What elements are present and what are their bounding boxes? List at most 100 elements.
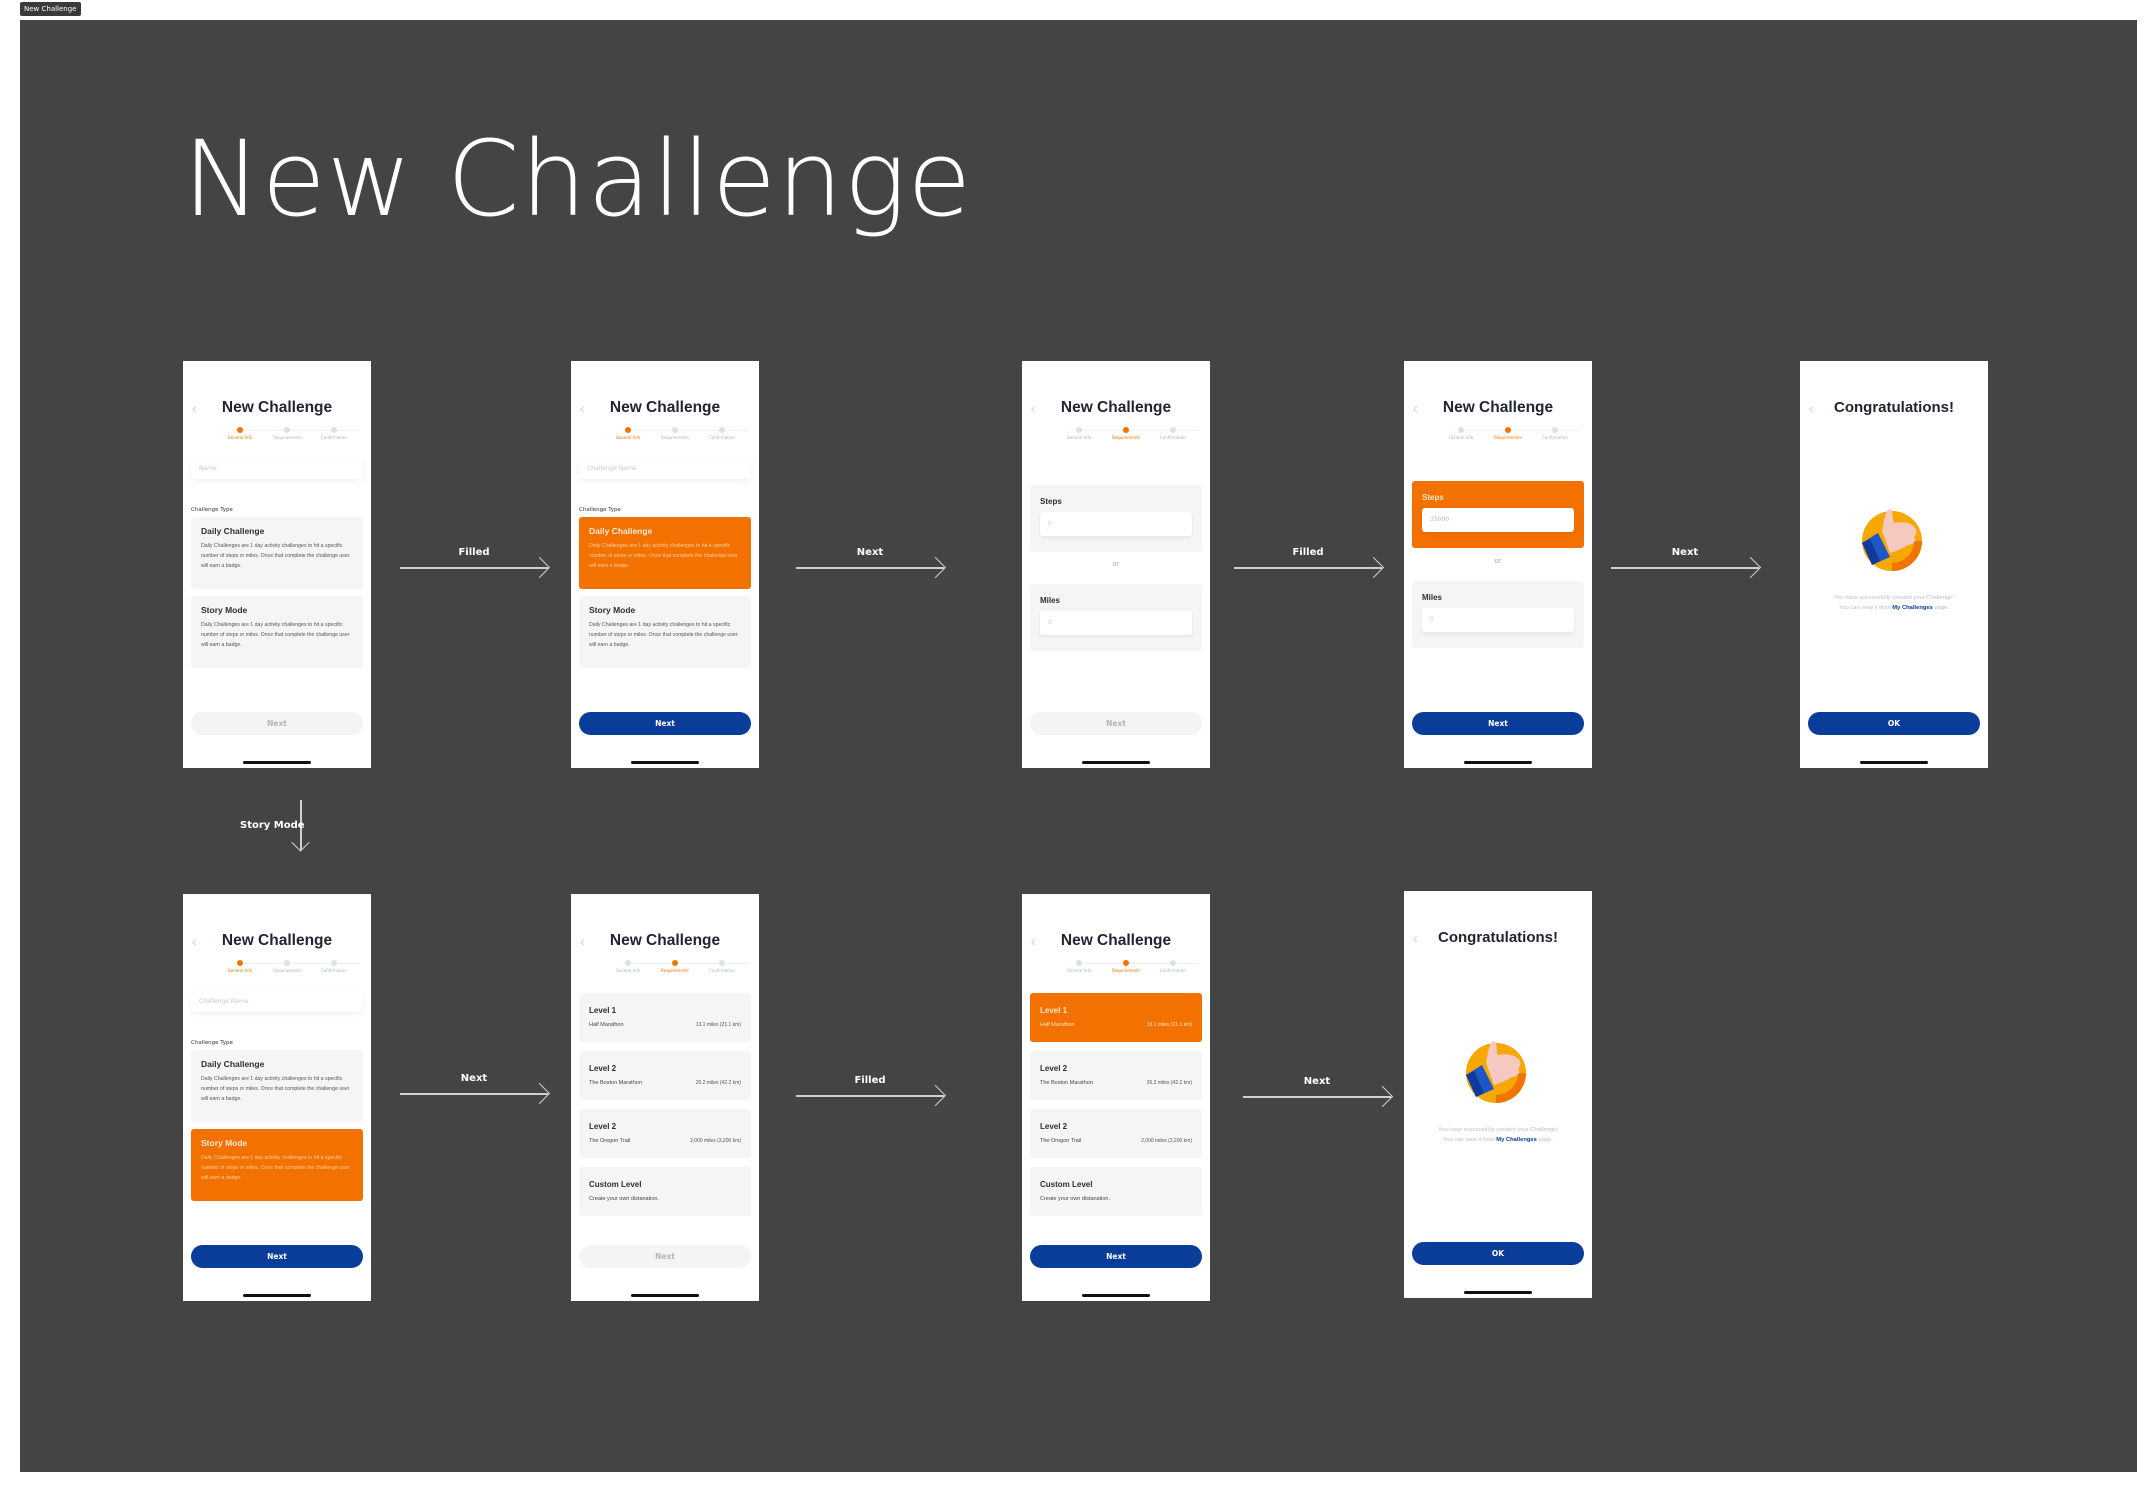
name-input[interactable]: Name — [191, 457, 363, 479]
home-indicator — [1464, 761, 1532, 764]
message-line-2: You can view it from My Challenges page. — [1443, 1137, 1553, 1143]
step-confirmation: Confirmation — [1150, 427, 1196, 440]
next-button-disabled[interactable]: Next — [1030, 712, 1202, 735]
next-button[interactable]: Next — [579, 712, 751, 735]
card-story-mode-selected[interactable]: Story Mode Daily Challenges are 1 day ac… — [191, 1129, 363, 1201]
card-title: Daily Challenge — [589, 526, 653, 536]
screen-title: New Challenge — [1442, 399, 1554, 416]
next-button[interactable]: Next — [1030, 1245, 1202, 1268]
card-daily-challenge[interactable]: Daily Challenge Daily Challenges are 1 d… — [191, 517, 363, 589]
card-daily-challenge-selected[interactable]: Daily Challenge Daily Challenges are 1 d… — [579, 517, 751, 589]
step-indicator: General Info Requirements Confirmation — [605, 960, 748, 976]
screen-levels: ‹ New Challenge General Info Requirement… — [571, 894, 759, 1301]
or-separator: or — [1112, 560, 1120, 568]
flow-label-story-mode: Story Mode — [240, 820, 305, 831]
miles-box: Miles 0 — [1412, 581, 1584, 648]
step-confirmation: Confirmation — [699, 427, 745, 440]
next-button-disabled[interactable]: Next — [191, 712, 363, 735]
screen-title: New Challenge — [609, 399, 721, 416]
home-indicator — [1082, 761, 1150, 764]
flow-arrow-next: Next — [796, 547, 947, 579]
card-title: Daily Challenge — [201, 1059, 265, 1069]
flow-arrow-next: Next — [1243, 1076, 1394, 1108]
step-indicator: General Info Requirements Confirmation — [605, 427, 748, 443]
message-line-2: You can view it from My Challenges page. — [1839, 605, 1949, 611]
challenge-name-input[interactable]: Challenge Name — [579, 457, 751, 479]
card-description: Daily Challenges are 1 day activity chal… — [201, 622, 350, 648]
screen-requirements-empty: ‹ New Challenge General Info Requirement… — [1022, 361, 1210, 768]
miles-label: Miles — [1422, 593, 1443, 602]
screen-title: New Challenge — [221, 399, 333, 416]
my-challenges-link[interactable]: My Challenges — [1892, 605, 1933, 611]
level-item[interactable]: Level 2 The Boston Marathon 26.2 miles (42… — [579, 1051, 751, 1100]
next-button[interactable]: Next — [1412, 712, 1584, 735]
step-general-info: General Info — [217, 427, 263, 440]
step-general-info: General Info — [217, 960, 263, 973]
step-requirements: Requirements — [1103, 427, 1149, 440]
card-story-mode[interactable]: Story Mode Daily Challenges are 1 day ac… — [191, 596, 363, 668]
step-general-info: General Info — [605, 960, 651, 973]
step-requirements: Requirements — [1485, 427, 1531, 440]
board-title: New Challenge — [183, 118, 973, 240]
screen-title: Congratulations! — [1834, 399, 1954, 416]
level-item-custom[interactable]: Custom Level Create your own distanation. — [579, 1167, 751, 1216]
success-message: You have successfully created your Chall… — [1408, 1125, 1588, 1145]
level-item[interactable]: Level 1 Half Marathon 13.1 miles (21.1 km) — [579, 993, 751, 1042]
miles-input[interactable]: 0 — [1040, 611, 1192, 635]
step-confirmation: Confirmation — [1150, 960, 1196, 973]
screen-title: New Challenge — [221, 932, 333, 949]
thumbs-up-illustration-icon — [1466, 1041, 1526, 1103]
step-general-info: General Info — [1438, 427, 1484, 440]
card-daily-challenge[interactable]: Daily Challenge Daily Challenges are 1 d… — [191, 1050, 363, 1122]
card-title: Story Mode — [589, 605, 636, 615]
thumbs-up-illustration-icon — [1862, 509, 1922, 571]
home-indicator — [1860, 761, 1928, 764]
challenge-name-input[interactable]: Challenge Name — [191, 990, 363, 1012]
steps-input[interactable]: 35000 — [1422, 508, 1574, 532]
step-indicator: General Info Requirements Confirmation — [217, 960, 360, 976]
card-title: Story Mode — [201, 1138, 248, 1148]
step-general-info: General Info — [1056, 960, 1102, 973]
screen-congratulations: ‹ Congratulations! You have successfully… — [1800, 361, 1988, 768]
step-confirmation: Confirmation — [311, 427, 357, 440]
step-requirements: Requirements — [652, 427, 698, 440]
screen-title: Congratulations! — [1438, 929, 1558, 946]
steps-box-selected: Steps 35000 — [1412, 481, 1584, 548]
step-confirmation: Confirmation — [699, 960, 745, 973]
next-button-disabled[interactable]: Next — [579, 1245, 751, 1268]
level-item-custom[interactable]: Custom Level Create your own distanation. — [1030, 1167, 1202, 1216]
home-indicator — [631, 1294, 699, 1297]
screen-requirements-filled: ‹ New Challenge General Info Requirement… — [1404, 361, 1592, 768]
step-confirmation: Confirmation — [311, 960, 357, 973]
miles-box: Miles 0 — [1030, 584, 1202, 651]
card-story-mode[interactable]: Story Mode Daily Challenges are 1 day ac… — [579, 596, 751, 668]
ok-button[interactable]: OK — [1808, 712, 1980, 735]
level-item[interactable]: Level 2 The Oregon Trail 2,000 miles (3,20… — [579, 1109, 751, 1158]
steps-input[interactable]: 0 — [1040, 512, 1192, 536]
steps-label: Steps — [1040, 497, 1062, 506]
flow-arrow-filled: Filled — [1234, 547, 1385, 579]
flow-arrow-next: Next — [400, 1073, 551, 1105]
step-requirements: Requirements — [264, 960, 310, 973]
ok-button[interactable]: OK — [1412, 1242, 1584, 1265]
level-item[interactable]: Level 2 The Boston Marathon 26.2 miles (42… — [1030, 1051, 1202, 1100]
card-description: Daily Challenges are 1 day activity chal… — [201, 1076, 350, 1102]
message-line-1: You have successfully created your Chall… — [1438, 1127, 1558, 1133]
home-indicator — [631, 761, 699, 764]
next-button[interactable]: Next — [191, 1245, 363, 1268]
step-confirmation: Confirmation — [1532, 427, 1578, 440]
level-item[interactable]: Level 2 The Oregon Trail 2,000 miles (3,20… — [1030, 1109, 1202, 1158]
step-requirements: Requirements — [1103, 960, 1149, 973]
frame-tag[interactable]: New Challenge — [20, 2, 81, 16]
miles-input[interactable]: 0 — [1422, 608, 1574, 632]
card-title: Daily Challenge — [201, 526, 265, 536]
card-description: Daily Challenges are 1 day activity chal… — [201, 1155, 350, 1181]
level-item-selected[interactable]: Level 1 Half Marathon 13.1 miles (21.1 km) — [1030, 993, 1202, 1042]
card-title: Story Mode — [201, 605, 248, 615]
flow-arrow-filled: Filled — [400, 547, 551, 579]
my-challenges-link[interactable]: My Challenges — [1496, 1137, 1537, 1143]
challenge-type-label: Challenge Type — [191, 507, 233, 513]
message-line-1: You have successfully created your Chall… — [1834, 595, 1954, 601]
screen-congratulations: ‹ Congratulations! You have successfully… — [1404, 891, 1592, 1298]
screen-title: New Challenge — [1060, 399, 1172, 416]
